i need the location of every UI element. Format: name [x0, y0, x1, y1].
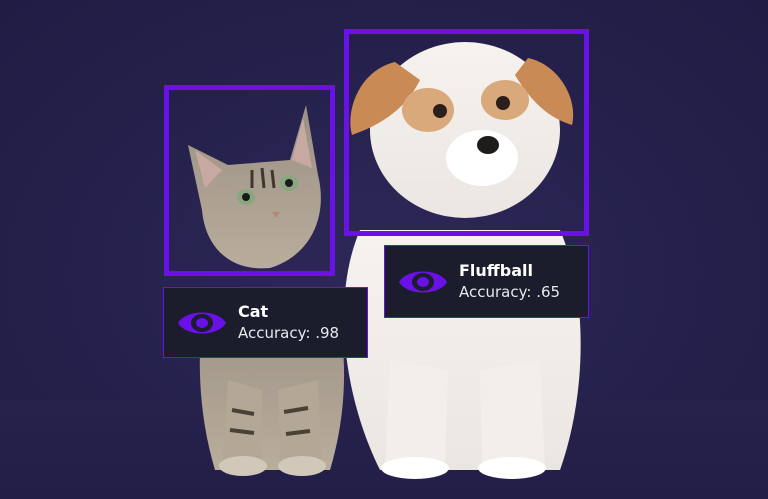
- detection-scene: Cat Accuracy: .98 Fluffball Accuracy: .6…: [0, 0, 768, 499]
- dog-bounding-box: [344, 29, 589, 236]
- dog-detection-label: Fluffball Accuracy: .65: [384, 245, 589, 318]
- cat-detection-label: Cat Accuracy: .98: [163, 287, 368, 358]
- eye-icon: [399, 271, 447, 292]
- detection-accuracy: Accuracy: .98: [238, 323, 340, 342]
- detection-name: Cat: [238, 301, 269, 321]
- eye-icon: [178, 312, 226, 333]
- cat-label-text: Cat Accuracy: .98: [238, 302, 339, 344]
- detection-accuracy: Accuracy: .65: [459, 282, 561, 301]
- dog-label-text: Fluffball Accuracy: .65: [459, 261, 560, 303]
- cat-bounding-box: [164, 85, 335, 276]
- detection-name: Fluffball: [459, 260, 533, 280]
